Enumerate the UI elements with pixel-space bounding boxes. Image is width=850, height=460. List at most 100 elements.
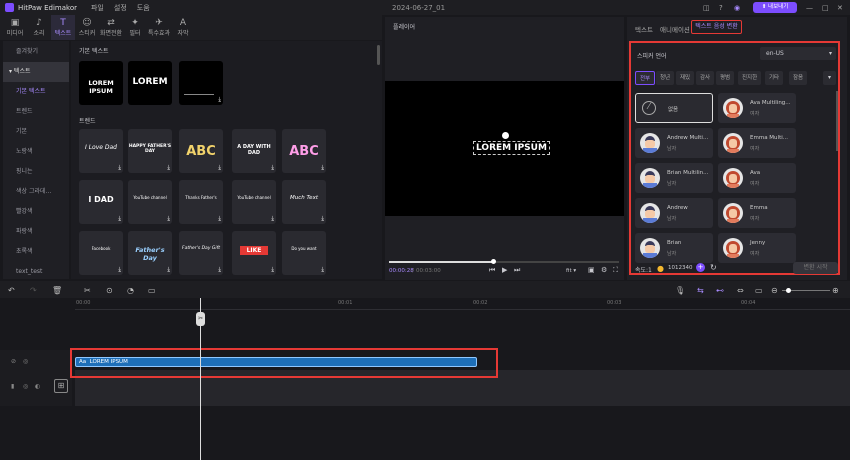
text-template-card[interactable]: Facebook ⤓ <box>79 231 123 275</box>
snap-icon[interactable]: ⇆ <box>697 286 704 295</box>
language-select[interactable]: en-US ▾ <box>760 47 836 60</box>
close-icon[interactable]: ✕ <box>837 4 843 12</box>
download-icon[interactable]: ⤓ <box>118 164 121 172</box>
voice-option[interactable]: Ava 여자 <box>718 163 796 193</box>
track-mute-icon[interactable]: ◐ <box>35 383 40 390</box>
text-template-card[interactable]: ABC ⤓ <box>282 129 326 173</box>
sidebar-item-favorites[interactable]: 즐겨찾기 <box>3 42 69 62</box>
voice-option[interactable]: Emma Multi... 여자 <box>718 128 796 158</box>
tab-text[interactable]: 텍스트 <box>635 24 653 34</box>
playhead-handle[interactable]: ✂ <box>196 312 205 326</box>
download-icon[interactable]: ⤓ <box>321 164 324 172</box>
library-scrollbar[interactable] <box>377 45 380 65</box>
zoom-slider[interactable] <box>782 288 830 293</box>
track-icon[interactable]: ▭ <box>755 286 763 295</box>
mic-icon[interactable]: 🎙 <box>675 286 685 295</box>
split-icon[interactable]: ✂ <box>84 286 91 295</box>
download-icon[interactable]: ⤓ <box>218 164 221 172</box>
text-template-card[interactable]: Do you want ⤓ <box>282 231 326 275</box>
settings-icon[interactable]: ⚙ <box>601 266 607 274</box>
text-template-card[interactable]: LIKE ⤓ <box>232 231 276 275</box>
download-icon[interactable]: ⤓ <box>167 266 170 274</box>
voice-option[interactable]: Jenny 여자 <box>718 233 796 263</box>
lock-icon[interactable]: ⊘ <box>11 358 16 365</box>
sidebar-item-basic-text[interactable]: 기본 텍스트 <box>3 82 69 102</box>
convert-button[interactable]: 변환 시작 <box>793 262 838 274</box>
link-icon[interactable]: ⊷ <box>716 286 724 295</box>
tool-transition[interactable]: ⇄ 화면전환 <box>99 15 123 40</box>
preview-canvas[interactable]: LOREM IPSUM <box>385 81 624 216</box>
preview-text[interactable]: LOREM IPSUM <box>473 141 550 155</box>
text-template-card[interactable]: Father's Day ⤓ <box>128 231 172 275</box>
sidebar-item-yellow[interactable]: 노랑색 <box>3 142 69 162</box>
sidebar-item-blue[interactable]: 파랑색 <box>3 222 69 242</box>
tool-subtitle[interactable]: A 자막 <box>171 15 195 40</box>
add-media-icon[interactable]: ⊞ <box>54 379 68 393</box>
voice-option[interactable]: ⁄ 없음 <box>635 93 713 123</box>
category-filter[interactable]: 재밌 <box>676 71 695 85</box>
export-button[interactable]: ⬆ 내보내기 <box>753 2 797 13</box>
text-template-card[interactable]: YouTube channel ⤓ <box>232 180 276 224</box>
refresh-icon[interactable]: ↻ <box>710 263 717 272</box>
menu-help[interactable]: 도움 <box>137 3 150 13</box>
download-icon[interactable]: ⤓ <box>118 215 121 223</box>
fullscreen-icon[interactable]: ⛶ <box>613 266 618 275</box>
voice-scrollbar[interactable] <box>836 91 838 151</box>
text-template-card[interactable]: Thanks Father's ⤓ <box>179 180 223 224</box>
category-filter[interactable]: 진지한 <box>738 71 762 85</box>
category-filter[interactable]: 기타 <box>765 71 784 85</box>
tool-audio[interactable]: ♪ 소리 <box>27 15 51 40</box>
track-eye-icon[interactable]: ◎ <box>23 383 28 390</box>
playback-progress[interactable] <box>389 259 619 264</box>
download-icon[interactable]: ⤓ <box>271 164 274 172</box>
sidebar-item-basic[interactable]: 기본 <box>3 122 69 142</box>
sidebar-item-green[interactable]: 초록색 <box>3 242 69 262</box>
download-icon[interactable]: ⤓ <box>218 215 221 223</box>
play-icon[interactable]: ▶ <box>502 266 507 274</box>
menu-file[interactable]: 파일 <box>91 3 104 13</box>
zoom-in-icon[interactable]: ⊕ <box>832 286 839 295</box>
account-icon[interactable]: ◉ <box>734 4 740 12</box>
download-icon[interactable]: ⤓ <box>167 164 170 172</box>
text-template-card[interactable]: Father's Day Gift ⤓ <box>179 231 223 275</box>
text-template-card[interactable]: Much Text ⤓ <box>282 180 326 224</box>
eye-icon[interactable]: ◎ <box>23 358 28 365</box>
voice-option[interactable]: Ava Multiling... 여자 <box>718 93 796 123</box>
prev-frame-icon[interactable]: ⏮ <box>489 266 495 275</box>
voice-option[interactable]: Andrew 남자 <box>635 198 713 228</box>
tool-sticker[interactable]: ☺ 스티커 <box>75 15 99 40</box>
tab-tts[interactable]: 텍스트 음성 변환 <box>691 20 742 34</box>
sidebar-item-trend[interactable]: 트렌드 <box>3 102 69 122</box>
category-filter[interactable]: 평범 <box>716 71 735 85</box>
voice-option[interactable]: Brian 남자 <box>635 233 713 263</box>
download-icon[interactable]: ⤓ <box>118 266 121 274</box>
category-more-button[interactable]: ▾ <box>823 71 836 85</box>
mask-icon[interactable]: ⊙ <box>106 286 113 295</box>
delete-icon[interactable]: 🗑 <box>52 286 62 295</box>
minimize-icon[interactable]: — <box>806 4 813 12</box>
maximize-icon[interactable]: □ <box>822 4 829 12</box>
download-icon[interactable]: ⤓ <box>321 266 324 274</box>
category-filter[interactable]: 전부 <box>635 71 656 85</box>
tool-media[interactable]: ▣ 미디어 <box>3 15 27 40</box>
help-icon[interactable]: ? <box>719 4 723 12</box>
speed-icon[interactable]: ◔ <box>127 286 134 295</box>
sidebar-item-gradient[interactable]: 색상 그라데... <box>3 182 69 202</box>
text-template-card[interactable]: HAPPY FATHER'S DAY ⤓ <box>128 129 172 173</box>
rotate-handle[interactable] <box>502 132 509 139</box>
tool-effects[interactable]: ✈ 특수효과 <box>147 15 171 40</box>
redo-icon[interactable]: ↷ <box>30 286 37 295</box>
voice-option[interactable]: Brian Multilin... 남자 <box>635 163 713 193</box>
caption-icon[interactable]: ▭ <box>148 286 156 295</box>
tool-text[interactable]: T 텍스트 <box>51 15 75 40</box>
zoom-select[interactable]: fit ▾ <box>566 268 576 274</box>
text-template-card[interactable]: I DAD ⤓ <box>79 180 123 224</box>
add-credits-icon[interactable]: + <box>696 263 705 272</box>
download-icon[interactable]: ⤓ <box>271 215 274 223</box>
sidebar-item-shine[interactable]: 핑니는 <box>3 162 69 182</box>
text-template-card[interactable]: A DAY WITH DAD ⤓ <box>232 129 276 173</box>
download-icon[interactable]: ⤓ <box>218 266 221 274</box>
text-template-card[interactable]: LOREM <box>128 61 172 105</box>
download-icon[interactable]: ⤓ <box>167 215 170 223</box>
text-template-card[interactable]: I Love Dad ⤓ <box>79 129 123 173</box>
